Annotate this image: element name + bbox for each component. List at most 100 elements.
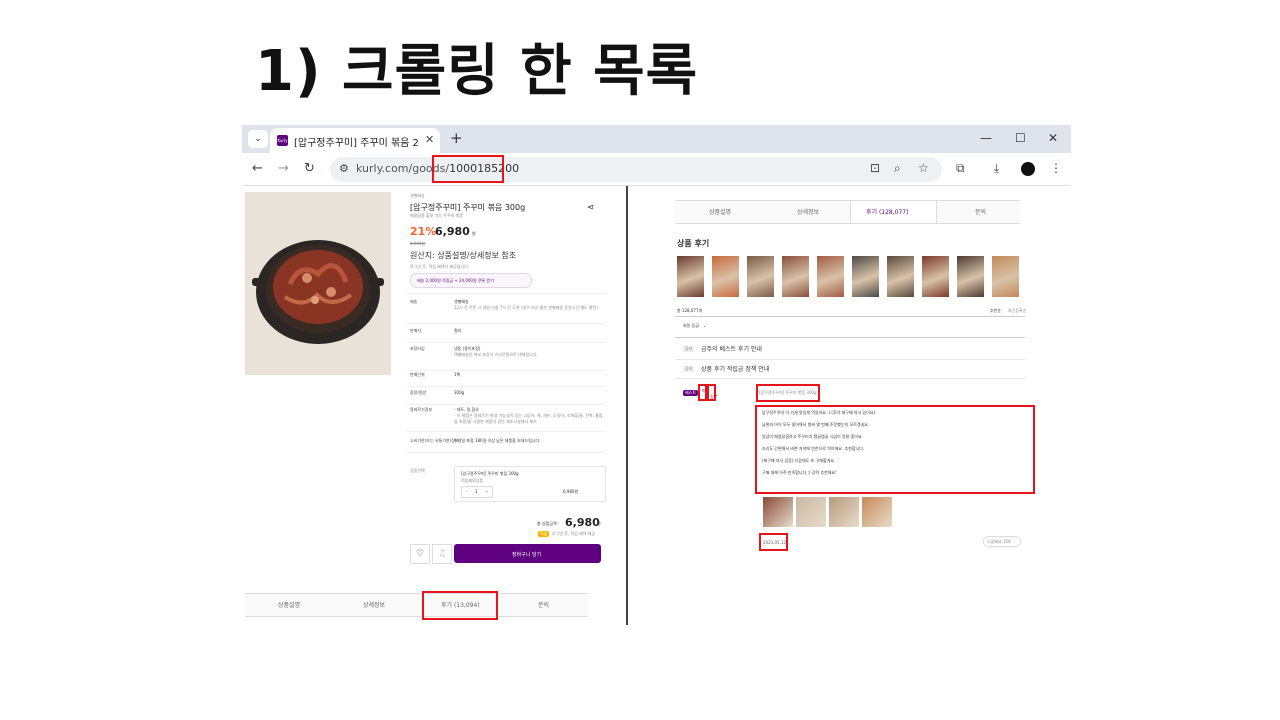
tab-detail[interactable]: 상세정보 bbox=[363, 600, 385, 609]
page-content: 샛별배송 [압구정주꾸미] 주꾸미 볶음 300g 매콤달콤 불맛 가득 주꾸미… bbox=[242, 186, 1071, 625]
option-box[interactable]: [압구정주꾸미] 주꾸미 볶음 300g 적립제외상품 − 1 + 6,980원 bbox=[454, 466, 606, 502]
tab-description[interactable]: 상품설명 bbox=[278, 600, 300, 609]
sort-recent[interactable]: 최근등록순 bbox=[1008, 308, 1026, 314]
discount-rate: 21% bbox=[410, 225, 437, 238]
detail-label: 소비기한(또는 유통기한)정보 bbox=[410, 438, 459, 443]
review-photo-thumb[interactable] bbox=[922, 256, 949, 297]
product-tab-bar: 상품설명 상세정보 후기 (13,094) 문의 bbox=[245, 593, 588, 617]
detail-value: 수령일 포함 180일 이상 남은 제품을 보내드립니다. bbox=[454, 438, 541, 443]
menu-dots-icon[interactable]: ⋮ bbox=[1050, 161, 1062, 175]
highlight-url-id bbox=[432, 155, 504, 183]
review-photo-thumb[interactable] bbox=[852, 256, 879, 297]
notice-badge: 공지 bbox=[683, 366, 695, 372]
review-section-title: 상품 후기 bbox=[677, 239, 710, 248]
highlight-reviewer bbox=[707, 384, 716, 401]
zoom-icon[interactable]: ⌕ bbox=[894, 161, 901, 176]
product-subtitle: 매콤달콤 불맛 가득 주꾸미 볶음 bbox=[410, 213, 463, 218]
total-label: 총 상품금액 : bbox=[537, 521, 560, 526]
download-icon[interactable]: ⤓ bbox=[994, 161, 999, 176]
highlight-review-body bbox=[755, 405, 1035, 494]
share-icon[interactable]: ⋖ bbox=[587, 203, 595, 213]
notice-item[interactable]: 금주의 베스트 후기 안내 bbox=[701, 344, 762, 353]
review-attached-photo[interactable] bbox=[763, 497, 793, 527]
review-tab-reviews[interactable]: 후기 (128,077) bbox=[866, 207, 908, 216]
review-count: 총 128,077개 bbox=[677, 308, 703, 313]
review-tab-description[interactable]: 상품설명 bbox=[709, 207, 731, 216]
review-tab-detail[interactable]: 상세정보 bbox=[797, 207, 819, 216]
restock-bell-icon[interactable]: ♫ bbox=[432, 544, 452, 564]
detail-subtext: 23시 전 주문 시 내일 아침 7시 전 도착 (대구·부산·울산 샛별배송 … bbox=[454, 305, 598, 310]
forward-icon[interactable]: → bbox=[278, 161, 289, 176]
review-attached-photo[interactable] bbox=[829, 497, 859, 527]
product-name: [압구정주꾸미] 주꾸미 볶음 300g bbox=[410, 203, 526, 212]
tab-inquiry[interactable]: 문의 bbox=[538, 600, 549, 609]
review-photo-thumb[interactable] bbox=[817, 256, 844, 297]
profile-avatar[interactable] bbox=[1021, 162, 1035, 176]
maximize-icon[interactable]: ☐ bbox=[1015, 131, 1026, 145]
wishlist-heart-icon[interactable]: ♡ bbox=[410, 544, 430, 564]
highlight-review-count bbox=[422, 591, 498, 620]
address-bar[interactable]: ⚙ kurly.com/goods/1000185200 ⊡ ⌕ ☆ bbox=[330, 157, 942, 182]
option-price: 6,980원 bbox=[563, 489, 579, 494]
panel-divider bbox=[626, 186, 628, 625]
detail-value: 1팩 bbox=[454, 372, 461, 377]
tab-search-icon[interactable]: ⌄ bbox=[248, 130, 268, 148]
helpful-button[interactable]: 도움돼요 158 bbox=[983, 536, 1021, 547]
detail-value: 300g bbox=[454, 390, 465, 395]
detail-label: 포장타입 bbox=[410, 346, 425, 351]
review-photo-thumb[interactable] bbox=[957, 256, 984, 297]
detail-label: 알레르기정보 bbox=[410, 407, 433, 412]
notice-badge: 공지 bbox=[683, 346, 695, 352]
minus-icon[interactable]: − bbox=[465, 489, 468, 494]
review-photo-thumb[interactable] bbox=[747, 256, 774, 297]
review-photo-thumb[interactable] bbox=[782, 256, 809, 297]
best-badge: 베스트 bbox=[683, 390, 699, 396]
filter-chevron-icon[interactable]: ⌄ bbox=[703, 323, 706, 328]
review-attached-photo[interactable] bbox=[796, 497, 826, 527]
tab-bar: ⌄ Kurly [압구정주꾸미] 주꾸미 볶음 2: ✕ + — ☐ ✕ bbox=[242, 125, 1071, 153]
product-image[interactable] bbox=[245, 192, 391, 375]
detail-label: 배송 bbox=[410, 299, 418, 304]
detail-label: 판매단위 bbox=[410, 372, 425, 377]
review-photo-thumb[interactable] bbox=[677, 256, 704, 297]
total-price: 6,980 bbox=[565, 516, 600, 529]
browser-toolbar: ← → ↻ ⚙ kurly.com/goods/1000185200 ⊡ ⌕ ☆… bbox=[242, 153, 1071, 186]
option-label: 상품선택 bbox=[410, 468, 425, 473]
reload-icon[interactable]: ↻ bbox=[304, 161, 315, 176]
origin-info: 원산지: 상품설명/상세정보 참조 bbox=[410, 251, 517, 260]
coupon-button[interactable]: 배송 2,000원 적립금 + 24,000원 쿠폰 받기 bbox=[410, 273, 532, 288]
tab-title: [압구정주꾸미] 주꾸미 볶음 2: bbox=[294, 138, 418, 149]
point-badge: 적립 bbox=[538, 531, 550, 537]
detail-value: 컬리 bbox=[454, 328, 462, 333]
extensions-icon[interactable]: ⧉ bbox=[956, 161, 965, 176]
browser-tab[interactable]: Kurly [압구정주꾸미] 주꾸미 볶음 2: ✕ bbox=[270, 128, 440, 153]
review-attached-photo[interactable] bbox=[862, 497, 892, 527]
bookmark-star-icon[interactable]: ☆ bbox=[918, 161, 929, 175]
kurly-favicon-icon: Kurly bbox=[277, 135, 288, 146]
notice-item[interactable]: 상품 후기 적립금 정책 안내 bbox=[701, 364, 769, 373]
site-info-icon[interactable]: ⚙ bbox=[339, 162, 349, 175]
review-tab-inquiry[interactable]: 문의 bbox=[975, 207, 986, 216]
minimize-icon[interactable]: — bbox=[980, 131, 992, 145]
back-icon[interactable]: ← bbox=[252, 161, 263, 176]
login-note: 로그인 후, 적립 혜택이 제공됩니다. bbox=[410, 264, 470, 269]
review-photo-thumb[interactable] bbox=[887, 256, 914, 297]
member-grade-filter[interactable]: 회원 등급 bbox=[683, 323, 699, 329]
detail-subtext: 택배배송은 에코 포장이 스티로폼으로 대체됩니다. bbox=[454, 352, 538, 357]
review-photo-thumb[interactable] bbox=[992, 256, 1019, 297]
add-to-cart-button[interactable]: 장바구니 담기 bbox=[454, 544, 601, 563]
review-photo-thumb[interactable] bbox=[712, 256, 739, 297]
point-note: 로그인 후, 적립 혜택 제공 bbox=[552, 531, 596, 536]
plus-icon[interactable]: + bbox=[485, 489, 488, 494]
product-price: 6,980 bbox=[435, 225, 470, 238]
quantity-stepper[interactable]: − 1 + bbox=[461, 486, 493, 498]
tab-close-icon[interactable]: ✕ bbox=[425, 133, 434, 146]
original-price: 8,900원 bbox=[410, 241, 426, 246]
window-close-icon[interactable]: ✕ bbox=[1048, 131, 1058, 145]
browser-window: ⌄ Kurly [압구정주꾸미] 주꾸미 볶음 2: ✕ + — ☐ ✕ ← →… bbox=[242, 125, 1071, 625]
delivery-tag: 샛별배송 bbox=[410, 193, 425, 198]
sort-recommended[interactable]: 추천순 bbox=[990, 308, 1001, 314]
install-app-icon[interactable]: ⊡ bbox=[870, 161, 880, 175]
new-tab-icon[interactable]: + bbox=[450, 129, 463, 147]
detail-subtext: - 이 제품은 알레르기 발생 가능성이 있는 고등어, 게, 새우, 오징어,… bbox=[454, 413, 603, 424]
